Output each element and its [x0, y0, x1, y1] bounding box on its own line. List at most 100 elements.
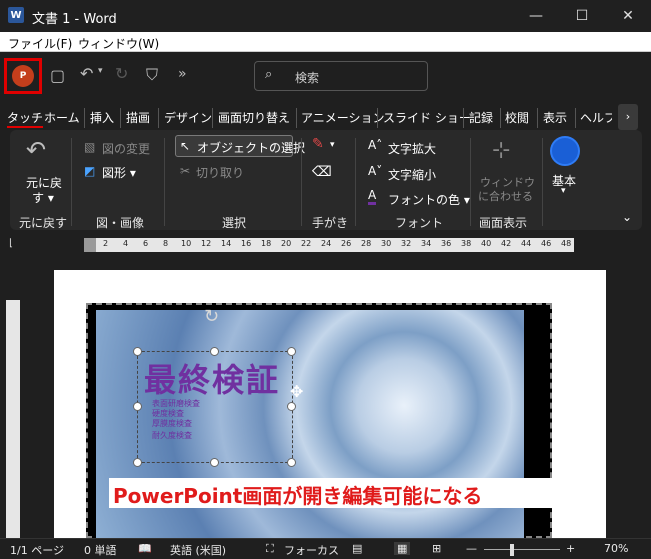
- tab-separator: [377, 108, 378, 128]
- group-label-select: 選択: [222, 216, 247, 230]
- ruler-number: 24: [321, 239, 332, 248]
- undo-icon[interactable]: ↶: [80, 64, 93, 83]
- ruler-number: 46: [541, 239, 552, 248]
- change-image-button: 図の変更: [102, 142, 151, 156]
- group-label-image: 図・画像: [96, 216, 145, 230]
- tab-record[interactable]: 記録: [469, 109, 493, 126]
- pens-dropdown-icon[interactable]: ▾: [330, 140, 335, 150]
- status-bar: 1/1 ページ 0 単語 📖 英語 (米国) ⛶ フォーカス ▤ ▦ ⊞ — +…: [0, 538, 651, 559]
- group-separator: [71, 138, 72, 226]
- tab-separator: [463, 108, 464, 128]
- tab-transitions[interactable]: 画面切り替え: [218, 109, 290, 126]
- slide-bullet: 厚膜度検査: [152, 419, 192, 428]
- tab-design[interactable]: デザイン: [164, 109, 212, 126]
- zoom-slider-track[interactable]: [484, 549, 560, 550]
- focus-icon[interactable]: ⛶: [266, 542, 274, 556]
- menu-file[interactable]: ファイル(F): [8, 35, 72, 52]
- maximize-button[interactable]: ☐: [559, 0, 605, 32]
- resize-handle[interactable]: [133, 347, 142, 356]
- rotate-handle-icon[interactable]: ↻: [204, 306, 219, 327]
- tab-separator: [575, 108, 576, 128]
- ruler-number: 48: [561, 239, 572, 248]
- tab-selector-icon[interactable]: ⌊: [9, 238, 13, 249]
- window-title: 文書 1 - Word: [32, 12, 117, 27]
- eraser-icon[interactable]: ⌫: [312, 164, 332, 180]
- tab-separator: [120, 108, 121, 128]
- title-bar: W 文書 1 - Word — ☐ ✕: [0, 0, 651, 32]
- tab-separator: [537, 108, 538, 128]
- tabs-scroll-right-button[interactable]: ›: [618, 104, 638, 130]
- group-separator: [301, 138, 302, 226]
- tab-insert[interactable]: 挿入: [90, 109, 114, 126]
- search-placeholder: 検索: [295, 71, 320, 85]
- zoom-in-button[interactable]: +: [566, 542, 575, 555]
- ribbon: ↶ 元に戻 す ▾ 元に戻す ▧ 図の変更 ◩ 図形 ▾ 図・画像 ↖ オブジェ…: [10, 130, 642, 230]
- tab-animations[interactable]: アニメーション: [301, 109, 385, 126]
- ruler-number: 36: [441, 239, 452, 248]
- resize-handle[interactable]: [287, 347, 296, 356]
- crop-button: 切り取り: [196, 166, 245, 180]
- zoom-slider-thumb[interactable]: [510, 544, 514, 556]
- font-color-button[interactable]: フォントの色 ▾: [388, 191, 470, 208]
- group-separator: [355, 138, 356, 226]
- zoom-out-button[interactable]: —: [466, 542, 477, 555]
- focus-mode-button[interactable]: フォーカス: [284, 542, 339, 558]
- close-button[interactable]: ✕: [605, 0, 651, 32]
- presenter-icon[interactable]: ⛉: [146, 65, 158, 85]
- tab-separator: [296, 108, 297, 128]
- resize-handle[interactable]: [133, 402, 142, 411]
- tab-separator: [84, 108, 85, 128]
- ruler-number: 26: [341, 239, 352, 248]
- search-input[interactable]: ⌕ 検索: [254, 61, 428, 91]
- word-app-icon: W: [8, 7, 24, 23]
- tab-touch[interactable]: タッチ: [7, 109, 44, 128]
- group-label-view: 画面表示: [479, 216, 528, 230]
- more-commands-button[interactable]: »: [178, 66, 187, 82]
- tab-separator: [158, 108, 159, 128]
- undo-dropdown-icon[interactable]: ▾: [98, 66, 103, 76]
- resize-handle[interactable]: [287, 458, 296, 467]
- tab-review[interactable]: 校閲: [505, 109, 529, 126]
- tab-home[interactable]: ホーム: [44, 109, 80, 126]
- select-object-button[interactable]: ↖ オブジェクトの選択: [175, 135, 305, 157]
- minimize-button[interactable]: —: [513, 0, 559, 32]
- read-mode-icon[interactable]: ▤: [352, 542, 362, 555]
- shape-button[interactable]: 図形 ▾: [102, 164, 136, 181]
- slide-title[interactable]: 最終検証: [144, 355, 280, 401]
- print-layout-icon[interactable]: ▦: [394, 542, 411, 555]
- word-count[interactable]: 0 単語: [84, 542, 117, 558]
- tab-draw[interactable]: 描画: [126, 109, 150, 126]
- ruler-number: 40: [481, 239, 492, 248]
- proofing-icon[interactable]: 📖: [138, 542, 152, 555]
- undo-label-2[interactable]: す ▾: [32, 189, 54, 206]
- menu-window[interactable]: ウィンドウ(W): [78, 35, 159, 52]
- ruler-number: 10: [181, 239, 192, 248]
- language-status[interactable]: 英語 (米国): [170, 542, 226, 558]
- resize-handle[interactable]: [287, 402, 296, 411]
- zoom-level[interactable]: 70%: [604, 542, 628, 555]
- pens-icon[interactable]: ✎: [312, 136, 324, 152]
- scissors-icon: ✂: [180, 164, 191, 178]
- highlight-box: [4, 58, 42, 94]
- basic-theme-icon[interactable]: [550, 136, 580, 166]
- undo-large-icon[interactable]: ↶: [26, 136, 46, 164]
- ribbon-collapse-icon[interactable]: ⌄: [622, 210, 632, 224]
- web-layout-icon[interactable]: ⊞: [432, 542, 441, 555]
- ruler-number: 30: [381, 239, 392, 248]
- vertical-ruler[interactable]: [6, 300, 20, 538]
- font-shrink-button[interactable]: 文字縮小: [388, 166, 436, 183]
- tab-help[interactable]: ヘルプ: [580, 109, 612, 126]
- basic-dropdown-icon[interactable]: ▾: [561, 186, 566, 196]
- horizontal-ruler[interactable]: 2 4 6 8 10 12 14 16 18 20 22 24 26 28 30…: [84, 238, 574, 252]
- ruler-number: 22: [301, 239, 312, 248]
- tab-slideshow[interactable]: スライド ショー: [383, 109, 471, 126]
- page-count[interactable]: 1/1 ページ: [10, 542, 64, 558]
- resize-handle[interactable]: [210, 458, 219, 467]
- group-separator: [164, 138, 165, 226]
- ruler-number: 28: [361, 239, 372, 248]
- ribbon-tabs: タッチ ホーム 挿入 描画 デザイン 画面切り替え アニメーション スライド シ…: [0, 104, 651, 130]
- tab-view[interactable]: 表示: [543, 109, 567, 126]
- font-grow-button[interactable]: 文字拡大: [388, 140, 436, 157]
- resize-handle[interactable]: [133, 458, 142, 467]
- save-icon[interactable]: ▢: [50, 66, 65, 85]
